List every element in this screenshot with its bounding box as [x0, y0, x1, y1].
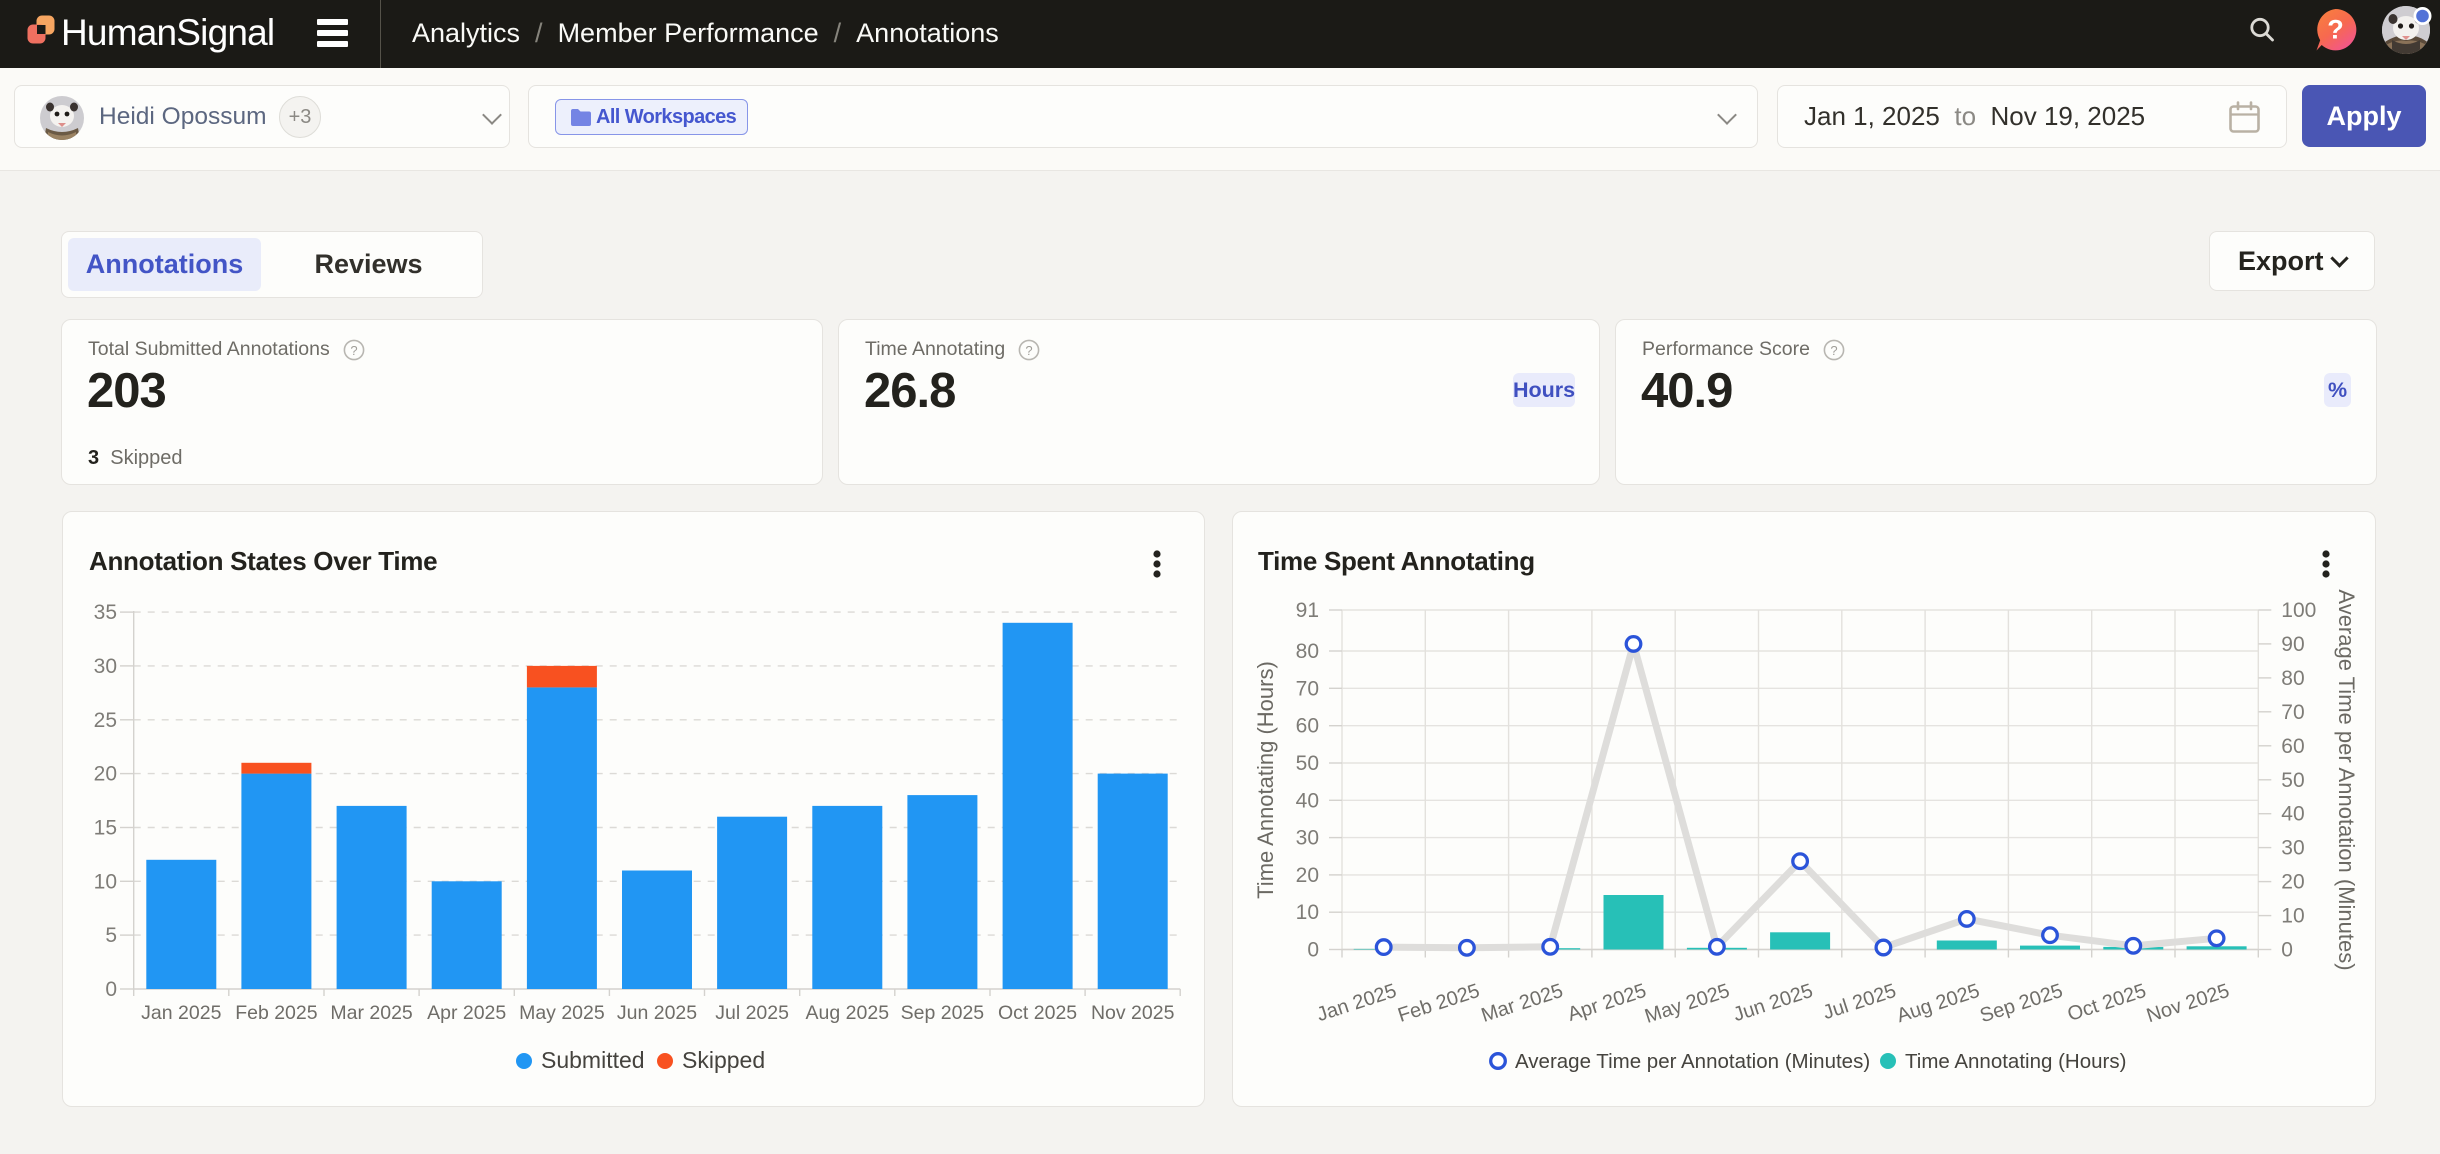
svg-text:0: 0 [1307, 939, 1319, 962]
svg-text:0: 0 [105, 978, 117, 1001]
svg-text:40: 40 [2281, 803, 2304, 826]
svg-text:60: 60 [2281, 735, 2304, 758]
svg-text:Submitted: Submitted [541, 1047, 645, 1073]
svg-text:0: 0 [2281, 939, 2293, 962]
svg-text:Jan 2025: Jan 2025 [1314, 980, 1399, 1026]
svg-text:80: 80 [2281, 667, 2304, 690]
svg-text:20: 20 [1296, 864, 1319, 887]
svg-text:50: 50 [2281, 769, 2304, 792]
svg-text:Sep 2025: Sep 2025 [901, 1002, 985, 1024]
svg-text:15: 15 [94, 817, 117, 840]
svg-text:Sep 2025: Sep 2025 [1977, 980, 2065, 1027]
svg-text:Jul 2025: Jul 2025 [715, 1002, 789, 1024]
svg-text:Average Time per Annotation (M: Average Time per Annotation (Minutes) [1515, 1050, 1870, 1073]
svg-text:Time Annotating (Hours): Time Annotating (Hours) [1253, 661, 1278, 899]
svg-text:Time Annotating (Hours): Time Annotating (Hours) [1905, 1050, 2126, 1073]
svg-text:Jun 2025: Jun 2025 [617, 1002, 697, 1024]
svg-text:Oct 2025: Oct 2025 [2065, 980, 2149, 1026]
svg-text:30: 30 [2281, 837, 2304, 860]
svg-text:5: 5 [105, 924, 117, 947]
svg-text:Aug 2025: Aug 2025 [806, 1002, 890, 1024]
svg-text:70: 70 [1296, 677, 1319, 700]
svg-text:Feb 2025: Feb 2025 [235, 1002, 318, 1024]
svg-text:20: 20 [2281, 871, 2304, 894]
svg-text:?: ? [1026, 343, 1033, 358]
svg-text:Mar 2025: Mar 2025 [1479, 980, 1566, 1027]
svg-text:Nov 2025: Nov 2025 [1091, 1002, 1175, 1024]
svg-text:May 2025: May 2025 [1642, 980, 1732, 1028]
svg-text:Apr 2025: Apr 2025 [427, 1002, 506, 1024]
svg-text:May 2025: May 2025 [519, 1002, 605, 1024]
svg-text:80: 80 [1296, 640, 1319, 663]
svg-text:40: 40 [1296, 789, 1319, 812]
svg-text:?: ? [2327, 15, 2344, 45]
svg-text:Jan 2025: Jan 2025 [141, 1002, 221, 1024]
svg-text:Aug 2025: Aug 2025 [1894, 980, 1982, 1027]
svg-text:Nov 2025: Nov 2025 [2144, 980, 2232, 1027]
svg-text:Jun 2025: Jun 2025 [1731, 980, 1816, 1026]
svg-text:10: 10 [2281, 905, 2304, 928]
svg-text:30: 30 [1296, 827, 1319, 850]
svg-text:Average Time per Annotation (M: Average Time per Annotation (Minutes) [2334, 589, 2359, 970]
svg-text:10: 10 [1296, 901, 1319, 924]
svg-text:70: 70 [2281, 701, 2304, 724]
svg-text:30: 30 [94, 655, 117, 678]
svg-text:Skipped: Skipped [682, 1047, 765, 1073]
svg-text:?: ? [350, 343, 357, 358]
svg-text:60: 60 [1296, 715, 1319, 738]
svg-text:Jul 2025: Jul 2025 [1820, 980, 1899, 1024]
svg-text:100: 100 [2281, 599, 2316, 622]
svg-text:?: ? [1830, 343, 1837, 358]
svg-text:Oct 2025: Oct 2025 [998, 1002, 1077, 1024]
svg-text:20: 20 [94, 763, 117, 786]
svg-text:Mar 2025: Mar 2025 [330, 1002, 413, 1024]
svg-text:90: 90 [2281, 633, 2304, 656]
svg-text:50: 50 [1296, 752, 1319, 775]
svg-text:35: 35 [94, 601, 117, 624]
svg-text:25: 25 [94, 709, 117, 732]
svg-text:10: 10 [94, 870, 117, 893]
svg-text:Feb 2025: Feb 2025 [1395, 980, 1482, 1027]
svg-text:91: 91 [1296, 599, 1319, 622]
svg-text:Apr 2025: Apr 2025 [1565, 980, 1649, 1026]
